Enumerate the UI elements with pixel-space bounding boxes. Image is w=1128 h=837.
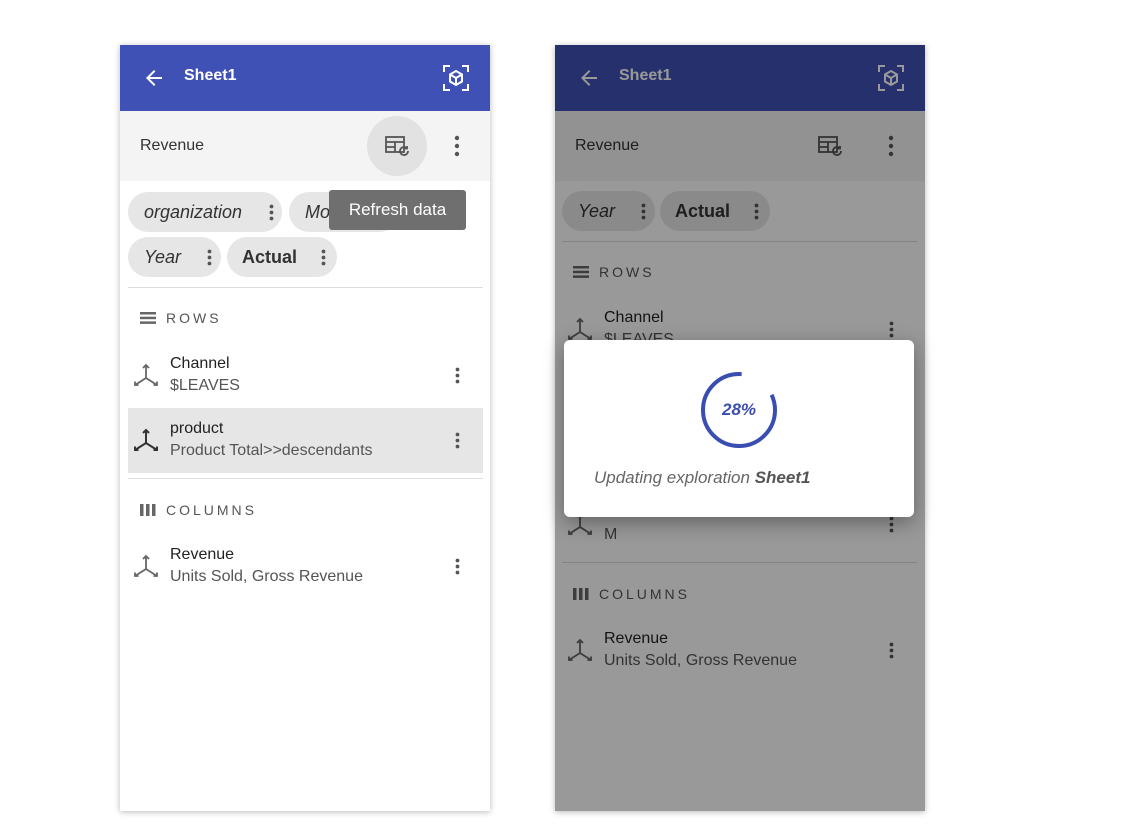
dimension-detail: Units Sold, Gross Revenue bbox=[170, 568, 363, 585]
filter-chip[interactable]: Year bbox=[128, 237, 221, 277]
dimension-name: Revenue bbox=[170, 546, 235, 563]
columns-heading: COLUMNS bbox=[140, 502, 257, 518]
columns-heading-label: COLUMNS bbox=[166, 502, 258, 518]
dimension-detail: $LEAVES bbox=[170, 377, 240, 394]
dimension-axis-icon bbox=[132, 362, 160, 390]
dimension-name: product bbox=[170, 420, 224, 437]
app-bar: Sheet1 bbox=[120, 45, 490, 111]
row-dimension-item[interactable]: Channel $LEAVES bbox=[128, 343, 483, 408]
filter-chip[interactable]: Actual bbox=[227, 237, 337, 277]
chip-label: Actual bbox=[242, 246, 298, 267]
divider bbox=[128, 478, 483, 479]
progress-percent: 28% bbox=[721, 400, 757, 419]
refresh-data-button[interactable] bbox=[367, 116, 427, 176]
progress-message-target: Sheet1 bbox=[754, 468, 811, 487]
chip-label: Year bbox=[144, 246, 182, 267]
column-dimension-item[interactable]: Revenue Units Sold, Gross Revenue bbox=[128, 534, 483, 599]
chip-label: organization bbox=[144, 201, 243, 222]
chip-more-icon[interactable] bbox=[199, 247, 219, 267]
left-screen: Sheet1 Revenue organization Year Actual … bbox=[120, 45, 490, 811]
dimension-axis-icon bbox=[132, 427, 160, 455]
columns-icon bbox=[140, 503, 156, 517]
progress-message-prefix: Updating exploration bbox=[594, 468, 750, 487]
refresh-data-tooltip: Refresh data bbox=[329, 190, 466, 230]
chip-more-icon[interactable] bbox=[261, 202, 281, 222]
dimension-detail: Product Total>>descendants bbox=[170, 442, 373, 459]
dimension-name: Channel bbox=[170, 355, 230, 372]
more-options-icon[interactable] bbox=[447, 556, 467, 576]
more-options-icon[interactable] bbox=[447, 430, 467, 450]
filter-chip[interactable]: organization bbox=[128, 192, 282, 232]
view-name: Revenue bbox=[140, 137, 205, 154]
rows-icon bbox=[140, 311, 156, 325]
chip-more-icon[interactable] bbox=[313, 247, 333, 267]
rows-heading-label: ROWS bbox=[166, 310, 222, 326]
more-options-icon[interactable] bbox=[447, 365, 467, 385]
toolbar: Revenue bbox=[120, 111, 490, 181]
progress-message: Updating exploration Sheet1 bbox=[594, 468, 810, 488]
page-title: Sheet1 bbox=[184, 67, 237, 84]
divider bbox=[128, 287, 483, 288]
back-arrow-icon[interactable] bbox=[140, 64, 168, 92]
more-options-icon[interactable] bbox=[443, 132, 471, 160]
row-dimension-item[interactable]: product Product Total>>descendants bbox=[128, 408, 483, 473]
cube-scan-icon[interactable] bbox=[440, 62, 472, 94]
rows-heading: ROWS bbox=[140, 310, 222, 326]
progress-dialog: 28% Updating exploration Sheet1 bbox=[564, 340, 914, 517]
dimension-axis-icon bbox=[132, 553, 160, 581]
